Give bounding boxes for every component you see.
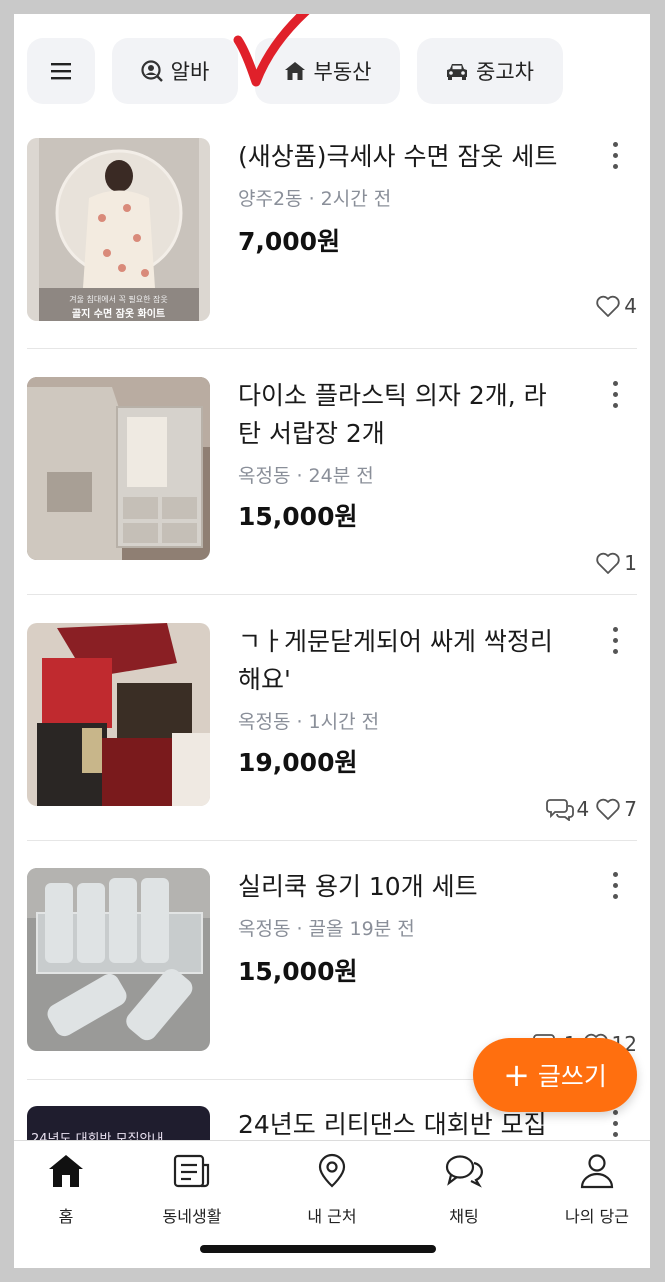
nav-label: 홈 <box>58 1207 74 1226</box>
dot <box>612 1121 618 1126</box>
list-item[interactable]: ㄱㅏ게문닫게되어 싸게 싹정리해요' 옥정동 · 1시간 전 19,000원 4… <box>27 623 637 843</box>
chat-bubbles-icon <box>445 1155 483 1188</box>
nav-label: 채팅 <box>449 1207 479 1226</box>
chair-drawer-photo <box>27 377 210 560</box>
chats: 4 <box>545 797 590 821</box>
nav-neighborhood[interactable]: 동네생활 <box>132 1153 252 1227</box>
heart-icon <box>596 798 620 820</box>
dot <box>612 381 618 386</box>
item-thumbnail[interactable] <box>27 623 210 806</box>
dot <box>612 894 618 899</box>
nav-label: 나의 당근 <box>565 1207 629 1226</box>
likes-count: 1 <box>624 551 637 575</box>
thumbnail-caption-small: 겨울 침대에서 꼭 필요한 잠옷 <box>69 295 168 304</box>
likes: 1 <box>595 551 637 575</box>
item-price: 7,000원 <box>238 227 341 256</box>
dot <box>612 1132 618 1137</box>
plus-icon: + <box>503 1056 530 1094</box>
containers-photo <box>27 868 210 1051</box>
dot <box>612 392 618 397</box>
menu-icon <box>51 63 71 80</box>
chip-used-car[interactable]: 중고차 <box>417 38 563 104</box>
nav-nearby[interactable]: 내 근처 <box>272 1153 392 1227</box>
home-icon <box>49 1155 83 1187</box>
item-meta: 양주2동 · 2시간 전 <box>238 188 392 210</box>
dot <box>612 164 618 169</box>
dot <box>612 403 618 408</box>
more-options-button[interactable] <box>605 142 625 169</box>
item-price: 15,000원 <box>238 957 358 986</box>
heart-icon <box>596 552 620 574</box>
likes: 7 <box>595 797 637 821</box>
item-thumbnail[interactable] <box>27 868 210 1051</box>
home-indicator[interactable] <box>200 1245 436 1253</box>
checkmark-annotation-icon <box>233 14 310 87</box>
item-thumbnail[interactable] <box>27 377 210 560</box>
list-item[interactable]: 겨울 침대에서 꼭 필요한 잠옷 골지 수면 잠옷 화이트 (새상품)극세사 수… <box>27 138 637 358</box>
item-price: 19,000원 <box>238 748 358 777</box>
nav-home[interactable]: 홈 <box>14 1153 126 1227</box>
chats-count: 4 <box>576 797 590 821</box>
chip-label: 부동산 <box>313 60 372 84</box>
item-stats: 4 <box>595 294 637 318</box>
divider <box>27 594 637 595</box>
nav-label: 동네생활 <box>162 1207 222 1226</box>
chip-label: 알바 <box>170 60 210 84</box>
more-options-button[interactable] <box>605 381 625 408</box>
item-title[interactable]: (새상품)극세사 수면 잠옷 세트 <box>238 138 568 176</box>
person-search-icon <box>141 60 163 82</box>
item-title[interactable]: 다이소 플라스틱 의자 2개, 라탄 서랍장 2개 <box>238 377 568 453</box>
nav-my-carrot[interactable]: 나의 당근 <box>537 1153 650 1227</box>
more-options-button[interactable] <box>605 872 625 899</box>
nav-label: 내 근처 <box>307 1207 357 1226</box>
app-screen: 알바 부동산 중고차 겨울 침대에서 꼭 필요한 잠옷 골지 수면 잠옷 화이트… <box>14 14 650 1268</box>
item-title[interactable]: 실리쿡 용기 10개 세트 <box>238 868 568 906</box>
item-stats: 4 7 <box>545 797 637 821</box>
item-meta: 옥정동 · 24분 전 <box>238 465 374 487</box>
item-thumbnail[interactable]: 겨울 침대에서 꼭 필요한 잠옷 골지 수면 잠옷 화이트 <box>27 138 210 321</box>
thumbnail-caption: 골지 수면 잠옷 화이트 <box>71 309 166 320</box>
likes-count: 4 <box>624 294 637 318</box>
write-post-label: 글쓰기 <box>537 1062 607 1091</box>
likes: 4 <box>595 294 637 318</box>
gift-boxes-photo <box>27 623 210 806</box>
newspaper-icon <box>173 1154 210 1188</box>
chip-alba[interactable]: 알바 <box>112 38 238 104</box>
item-title[interactable]: ㄱㅏ게문닫게되어 싸게 싹정리해요' <box>238 623 568 699</box>
dot <box>612 627 618 632</box>
chat-bubbles-icon <box>545 799 574 821</box>
more-options-button[interactable] <box>605 627 625 654</box>
write-post-button[interactable]: + 글쓰기 <box>473 1038 637 1112</box>
list-item[interactable]: 다이소 플라스틱 의자 2개, 라탄 서랍장 2개 옥정동 · 24분 전 15… <box>27 377 637 597</box>
dot <box>612 649 618 654</box>
person-icon <box>580 1154 614 1189</box>
nav-chat[interactable]: 채팅 <box>404 1153 524 1227</box>
car-icon <box>447 64 468 80</box>
dot <box>612 142 618 147</box>
likes-count: 7 <box>624 797 637 821</box>
item-stats: 1 <box>595 551 637 575</box>
more-options-button[interactable] <box>605 1110 625 1137</box>
item-price: 15,000원 <box>238 502 358 531</box>
dot <box>612 883 618 888</box>
dot <box>612 153 618 158</box>
item-meta: 옥정동 · 끌올 19분 전 <box>238 918 415 940</box>
category-chips: 알바 부동산 중고차 <box>14 38 650 104</box>
divider <box>27 348 637 349</box>
location-pin-icon <box>318 1153 346 1188</box>
item-meta: 옥정동 · 1시간 전 <box>238 711 380 733</box>
heart-icon <box>596 295 620 317</box>
menu-button[interactable] <box>27 38 95 104</box>
dot <box>612 638 618 643</box>
dot <box>612 872 618 877</box>
chip-label: 중고차 <box>476 60 534 84</box>
divider <box>27 840 637 841</box>
dot <box>612 1110 618 1115</box>
